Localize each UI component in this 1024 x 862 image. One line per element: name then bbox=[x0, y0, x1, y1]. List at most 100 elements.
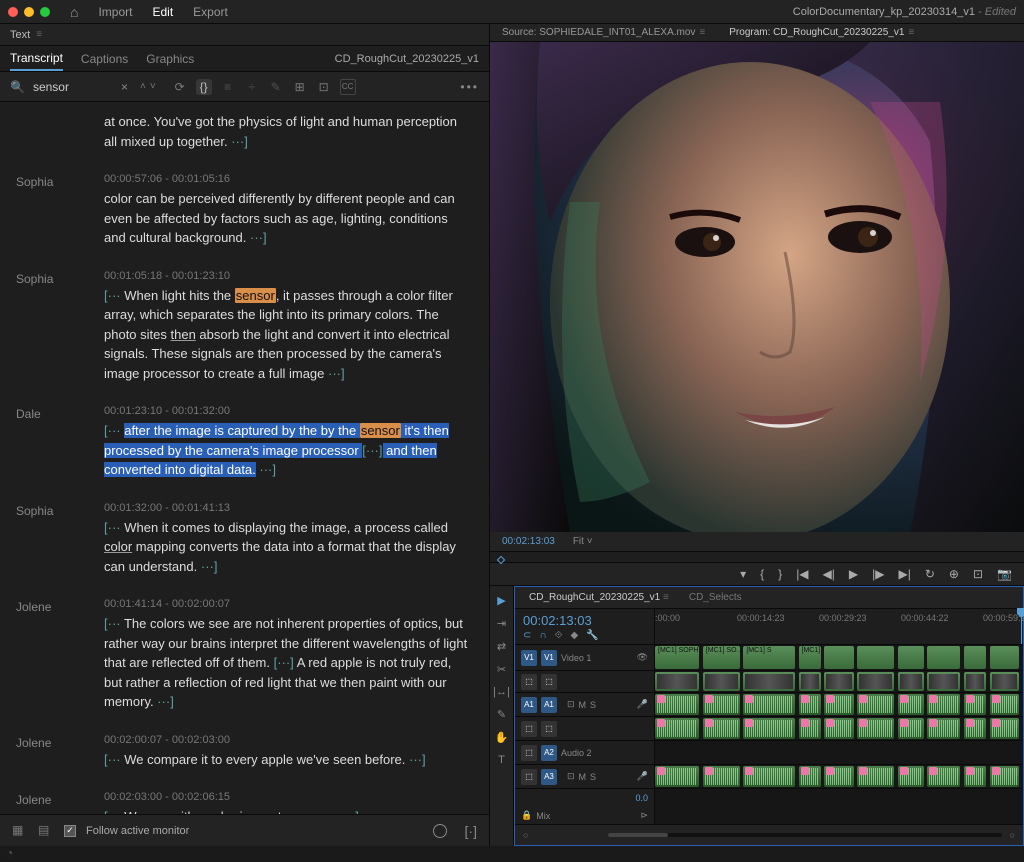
menu-export[interactable]: Export bbox=[193, 5, 228, 19]
search-input[interactable] bbox=[33, 80, 113, 94]
transcript-row[interactable]: Jolene00:02:00:07 - 00:02:03:00[··· We c… bbox=[0, 728, 489, 786]
bracket-out-icon[interactable]: } bbox=[778, 567, 782, 581]
monitor-ruler[interactable] bbox=[490, 552, 1024, 564]
status-icon[interactable]: ◔ bbox=[6, 846, 13, 860]
clip[interactable] bbox=[898, 694, 924, 715]
record-button[interactable] bbox=[433, 824, 447, 838]
transcript-row[interactable]: Sophia00:00:57:06 - 00:01:05:16color can… bbox=[0, 167, 489, 264]
tab-captions[interactable]: Captions bbox=[81, 48, 128, 70]
clip[interactable] bbox=[857, 766, 894, 787]
clip[interactable] bbox=[990, 766, 1019, 787]
mix-settings-icon[interactable]: ⊳ bbox=[640, 810, 648, 821]
menu-import[interactable]: Import bbox=[98, 5, 132, 19]
timeline-scrollbar[interactable]: ○ ○ bbox=[515, 825, 1023, 845]
align-icon[interactable]: ≡ bbox=[220, 79, 236, 95]
transcript-text[interactable]: [··· The colors we see are not inherent … bbox=[104, 614, 473, 712]
a1-target-toggle[interactable]: A1 bbox=[541, 697, 557, 713]
clip[interactable] bbox=[799, 672, 821, 691]
a1b-content[interactable] bbox=[655, 717, 1023, 740]
clip[interactable] bbox=[655, 718, 699, 739]
clip[interactable] bbox=[857, 718, 894, 739]
transcript-row[interactable]: Dale00:01:23:10 - 00:01:32:00[··· after … bbox=[0, 399, 489, 496]
clip[interactable] bbox=[824, 646, 853, 669]
home-icon[interactable]: ⌂ bbox=[70, 4, 78, 20]
pen-tool-icon[interactable]: ✎ bbox=[497, 708, 506, 721]
clip[interactable] bbox=[857, 694, 894, 715]
marker-icon[interactable]: ◆ bbox=[570, 630, 578, 641]
mix-content[interactable] bbox=[655, 807, 1023, 824]
transcript-text[interactable]: at once. You've got the physics of light… bbox=[104, 112, 473, 151]
edit-icon[interactable]: ✎ bbox=[268, 79, 284, 95]
clip[interactable] bbox=[857, 672, 894, 691]
clip[interactable] bbox=[990, 694, 1019, 715]
speaker-name[interactable]: Jolene bbox=[16, 791, 104, 814]
transcript-row[interactable]: Jolene00:02:03:00 - 00:02:06:15[··· We s… bbox=[0, 785, 489, 814]
bracket-in-icon[interactable]: { bbox=[760, 567, 764, 581]
speaker-name[interactable]: Jolene bbox=[16, 598, 104, 712]
loop-icon[interactable]: ↻ bbox=[925, 567, 935, 581]
mic-icon[interactable]: 🎤 bbox=[637, 699, 648, 710]
transcript-text[interactable]: [··· after the image is captured by the … bbox=[104, 421, 473, 480]
clip[interactable] bbox=[743, 766, 795, 787]
magnet-icon[interactable]: ∩ bbox=[539, 630, 546, 641]
v1-thumbs[interactable] bbox=[655, 671, 1023, 692]
clip[interactable]: [MC1] S bbox=[799, 646, 821, 669]
program-monitor[interactable] bbox=[490, 42, 1024, 532]
clip[interactable] bbox=[990, 646, 1019, 669]
clip[interactable] bbox=[655, 766, 699, 787]
clip[interactable] bbox=[824, 718, 853, 739]
lock-icon[interactable]: 🔒 bbox=[521, 810, 532, 821]
type-tool-icon[interactable]: T bbox=[498, 754, 505, 766]
transcript-text[interactable]: [··· When light hits the sensor, it pass… bbox=[104, 286, 473, 384]
clip[interactable] bbox=[799, 766, 821, 787]
bracket-button[interactable]: [·] bbox=[465, 823, 477, 839]
search-next[interactable]: ˅ bbox=[150, 81, 156, 92]
go-to-in-icon[interactable]: |◀ bbox=[796, 567, 808, 581]
speaker-name[interactable]: Sophia bbox=[16, 173, 104, 248]
ripple-tool-icon[interactable]: ⇄ bbox=[497, 640, 506, 653]
clip[interactable] bbox=[655, 694, 699, 715]
clip[interactable] bbox=[703, 718, 740, 739]
track-header-a1[interactable]: A1 A1 ⊡MS 🎤 bbox=[515, 693, 655, 716]
clip[interactable]: [MC1] S bbox=[743, 646, 795, 669]
clip[interactable] bbox=[898, 672, 924, 691]
razor-tool-icon[interactable]: ✂ bbox=[497, 663, 506, 676]
track-select-tool-icon[interactable]: ⇥ bbox=[497, 617, 506, 630]
speaker-name[interactable] bbox=[16, 112, 104, 151]
tab-transcript[interactable]: Transcript bbox=[10, 47, 63, 71]
minimize-window[interactable] bbox=[24, 7, 34, 17]
track-header-v1[interactable]: V1 V1 Video 1 👁 bbox=[515, 645, 655, 670]
export-frame-icon[interactable]: 📷 bbox=[997, 567, 1012, 581]
selection-tool-icon[interactable]: ▶ bbox=[497, 594, 505, 607]
transcript-row[interactable]: Sophia00:01:32:00 - 00:01:41:13[··· When… bbox=[0, 496, 489, 593]
menu-edit[interactable]: Edit bbox=[152, 5, 173, 19]
wrench-icon[interactable]: 🔧 bbox=[586, 630, 598, 641]
transcript-text[interactable]: [··· We see with our brains, not our eye… bbox=[104, 807, 473, 814]
search-icon[interactable]: 🔍 bbox=[10, 80, 25, 94]
footer-icon-1[interactable]: ▦ bbox=[12, 823, 28, 839]
transcript-row[interactable]: Sophia00:01:05:18 - 00:01:23:10[··· When… bbox=[0, 264, 489, 400]
track-header-a2[interactable]: ⬚ A2 Audio 2 bbox=[515, 741, 655, 764]
slip-tool-icon[interactable]: |↔| bbox=[493, 686, 510, 698]
go-to-out-icon[interactable]: ▶| bbox=[899, 567, 911, 581]
clip[interactable] bbox=[964, 672, 986, 691]
a3-target-toggle[interactable]: A3 bbox=[541, 769, 557, 785]
timeline-tab-2[interactable]: CD_Selects bbox=[683, 590, 748, 605]
track-header-v1b[interactable]: ⬚ ⬚ bbox=[515, 671, 655, 692]
clip[interactable] bbox=[743, 718, 795, 739]
clip[interactable] bbox=[927, 646, 960, 669]
track-header-a3[interactable]: ⬚ A3 ⊡MS 🎤 bbox=[515, 765, 655, 788]
zoom-value[interactable]: 0.0 bbox=[635, 793, 648, 803]
transcript-text[interactable]: color can be perceived differently by di… bbox=[104, 189, 473, 248]
mark-in-icon[interactable]: ▾ bbox=[740, 567, 746, 581]
refresh-icon[interactable]: ⟳ bbox=[172, 79, 188, 95]
transcript-row[interactable]: at once. You've got the physics of light… bbox=[0, 106, 489, 167]
clip[interactable] bbox=[824, 766, 853, 787]
footer-icon-2[interactable]: ▤ bbox=[38, 823, 54, 839]
overwrite-icon[interactable]: ⊡ bbox=[316, 79, 332, 95]
clip[interactable]: [MC1] SOPHIEDAL… bbox=[655, 646, 699, 669]
clip[interactable] bbox=[927, 718, 960, 739]
tab-graphics[interactable]: Graphics bbox=[146, 48, 194, 70]
step-fwd-icon[interactable]: |▶ bbox=[872, 567, 884, 581]
speaker-name[interactable]: Dale bbox=[16, 405, 104, 480]
